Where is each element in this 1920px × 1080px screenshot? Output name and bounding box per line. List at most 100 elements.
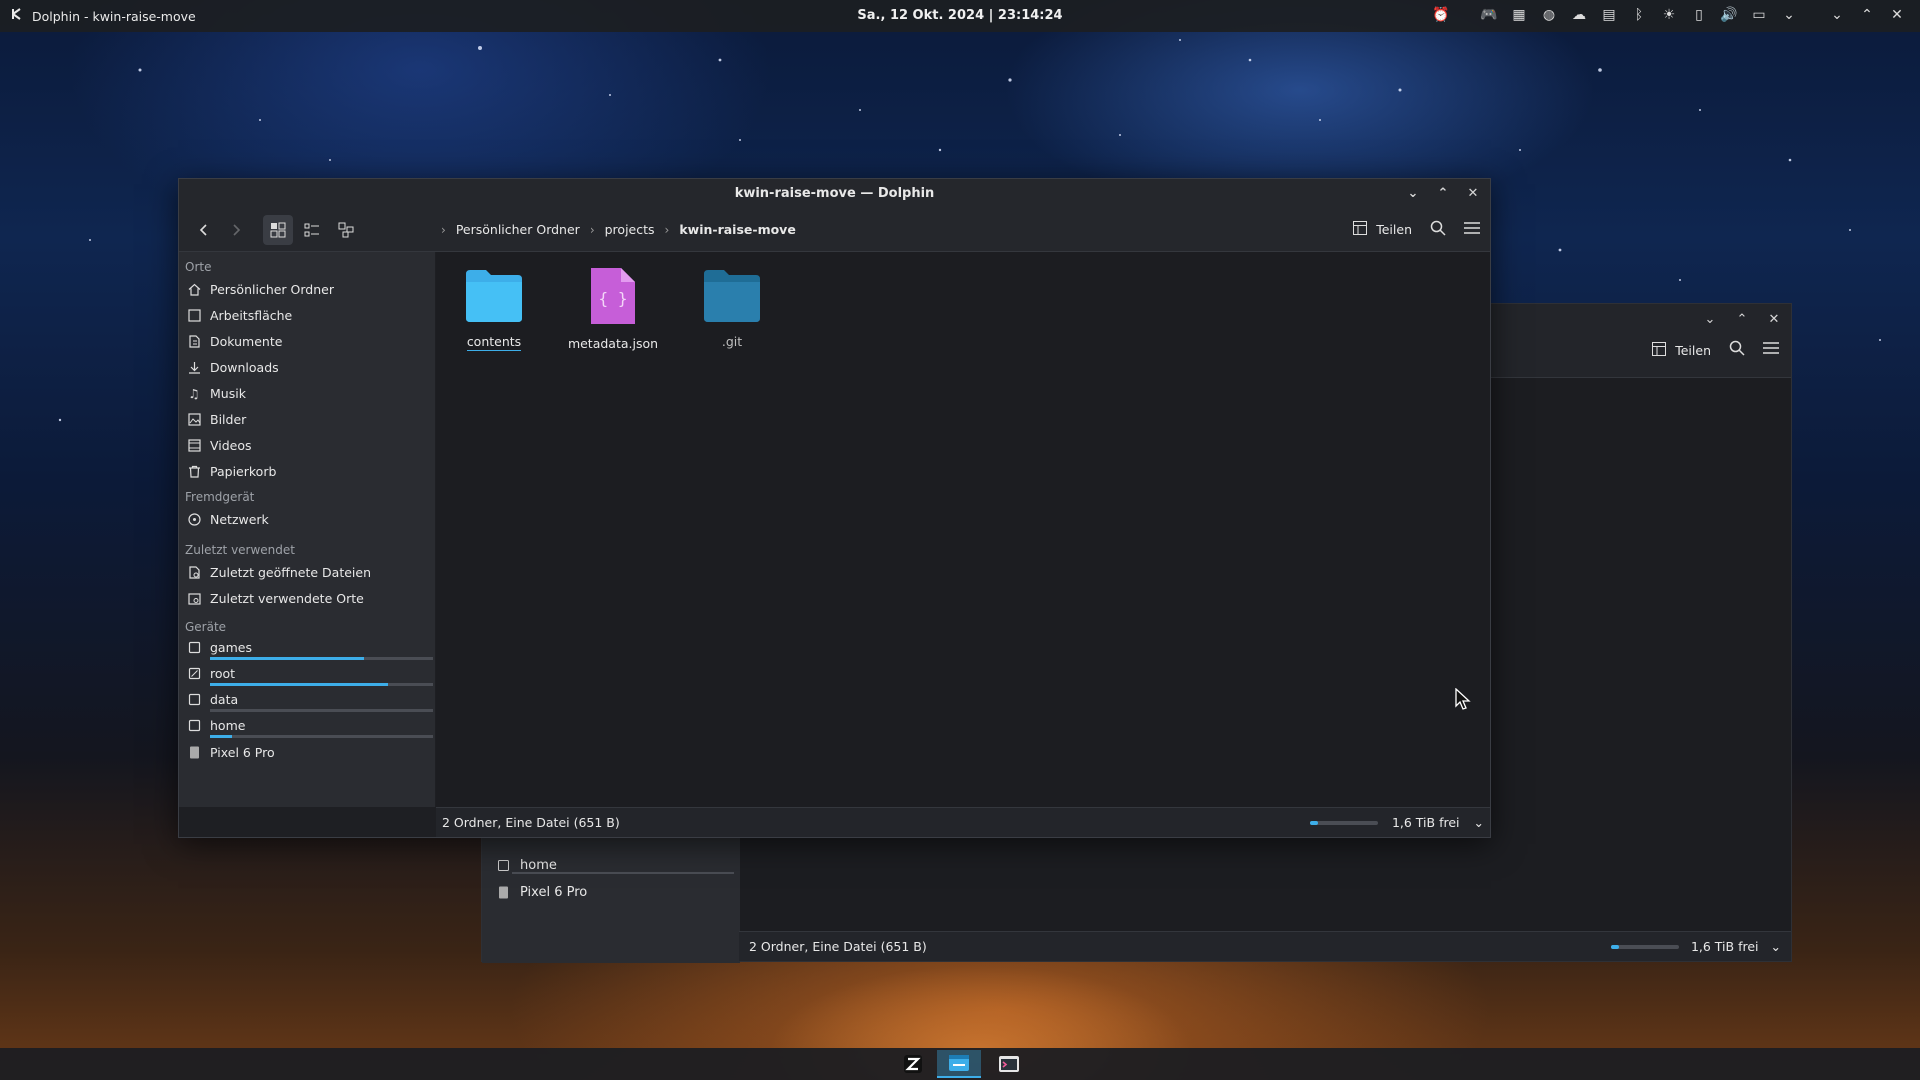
hamburger-menu-icon[interactable] [1763,341,1779,359]
sidebar-item-home[interactable]: home [496,858,557,873]
sidebar-item-pixel-6-pro[interactable]: Pixel 6 Pro [185,741,429,763]
minimize-icon[interactable]: ⌄ [1404,184,1422,202]
trash-icon [187,464,201,478]
recent-documents-icon [187,565,201,579]
drive-icon [187,640,201,654]
close-window-icon[interactable]: ✕ [1886,4,1908,26]
icons-view-button[interactable] [263,215,293,245]
sidebar-item-home-folder[interactable]: Persönlicher Ordner [185,278,429,300]
maximize-icon[interactable]: ⌃ [1733,310,1751,328]
section-devices: Geräte [185,620,227,634]
chevron-right-icon: › [589,222,595,237]
cloud-icon[interactable]: ☁ [1568,4,1590,26]
sidebar-item-network[interactable]: Netzwerk [185,508,429,530]
home-icon [187,282,201,296]
list-view-icon [304,223,319,237]
details-view-button[interactable] [331,215,361,245]
taskbar-dolphin[interactable] [937,1050,981,1078]
share-button[interactable]: Teilen [1651,341,1711,360]
maximize-icon[interactable]: ⌃ [1434,184,1452,202]
battery-icon[interactable]: ▯ [1688,4,1710,26]
sidebar-item-pictures[interactable]: Bilder [185,408,429,430]
breadcrumb: › Persönlicher Ordner › projects › kwin-… [441,207,796,252]
capacity-bar [512,872,734,874]
share-icon [1352,220,1368,239]
sidebar-item-home-drive[interactable]: home [185,714,429,736]
free-space-indicator[interactable]: 1,6 TiB frei ⌄ [1610,939,1781,954]
sidebar-item-label: games [210,639,252,655]
sidebar-item-music[interactable]: ♫ Musik [185,382,429,404]
share-icon [1651,341,1667,360]
bluetooth-icon[interactable]: ᛒ [1628,4,1650,26]
arrow-right-icon [233,224,241,236]
tray-expand-icon[interactable]: ⌄ [1778,4,1800,26]
window-titlebar[interactable]: kwin-raise-move — Dolphin ⌄ ⌃ ✕ [179,179,1490,207]
sidebar-item-data[interactable]: data [185,688,429,710]
file-item-metadata-json[interactable]: { } metadata.json [565,266,661,351]
keyboard-icon[interactable]: ▦ [1508,4,1530,26]
search-icon[interactable] [1729,340,1745,360]
grid-view-icon [270,222,286,238]
sidebar-item-label: Dokumente [210,333,283,349]
sidebar-item-recent-places[interactable]: Zuletzt verwendete Orte [185,587,429,609]
window-title: kwin-raise-move — Dolphin [734,185,935,201]
compact-view-button[interactable] [297,215,327,245]
clipboard-icon[interactable]: ▤ [1598,4,1620,26]
volume-icon[interactable]: 🔊 [1718,4,1740,26]
drive-icon [187,718,201,732]
sidebar-item-label: Netzwerk [210,511,269,527]
active-window-indicator[interactable]: Dolphin - kwin-raise-move [0,7,700,25]
status-text: 2 Ordner, Eine Datei (651 B) [442,815,620,830]
sidebar-item-downloads[interactable]: Downloads [185,356,429,378]
sidebar-item-games[interactable]: games [185,636,429,658]
status-text: 2 Ordner, Eine Datei (651 B) [749,939,927,954]
sidebar-item-pixel[interactable]: Pixel 6 Pro [496,885,587,900]
brightness-icon[interactable]: ☀ [1658,4,1680,26]
forward-button[interactable] [221,215,251,245]
breadcrumb-home[interactable]: Persönlicher Ordner [456,222,580,237]
sidebar-item-trash[interactable]: Papierkorb [185,460,429,482]
breadcrumb-projects[interactable]: projects [605,222,655,237]
close-icon[interactable]: ✕ [1765,310,1783,328]
sidebar-item-videos[interactable]: Videos [185,434,429,456]
file-item-contents[interactable]: contents [446,266,542,351]
search-icon[interactable] [1430,220,1446,240]
sidebar-item-recent-files[interactable]: Zuletzt geöffnete Dateien [185,561,429,583]
places-panel: Orte Persönlicher Ordner Arbeitsfläche D… [179,252,435,807]
sidebar-item-documents[interactable]: Dokumente [185,330,429,352]
section-recent: Zuletzt verwendet [185,543,295,557]
taskbar-konsole[interactable] [987,1050,1031,1078]
minimize-window-icon[interactable]: ⌄ [1826,4,1848,26]
network-icon [187,512,201,526]
discord-icon[interactable]: 🎮 [1478,4,1500,26]
zed-icon [904,1055,922,1073]
background-statusbar: 2 Ordner, Eine Datei (651 B) 1,6 TiB fre… [739,931,1791,961]
root-drive-icon [187,666,201,680]
file-view[interactable]: contents { } metadata.json .git [436,252,1490,807]
clock[interactable]: Sa., 12 Okt. 2024 | 23:14:24 [857,8,1062,23]
alarm-icon[interactable]: ⏰ [1430,4,1452,26]
sidebar-item-root[interactable]: root [185,662,429,684]
sidebar-item-desktop[interactable]: Arbeitsfläche [185,304,429,326]
close-icon[interactable]: ✕ [1464,184,1482,202]
documents-icon [187,334,201,348]
toolbar: › Persönlicher Ordner › projects › kwin-… [179,207,1490,252]
display-icon[interactable]: ▭ [1748,4,1770,26]
statusbar: 2 Ordner, Eine Datei (651 B) 1,6 TiB fre… [436,807,1490,837]
vpn-icon[interactable]: ◍ [1538,4,1560,26]
back-button[interactable] [189,215,219,245]
share-button[interactable]: Teilen [1352,220,1412,239]
free-space-indicator[interactable]: 1,6 TiB frei ⌄ [1309,815,1484,830]
hidden-folder-icon [704,270,760,322]
root-capacity-bar [210,683,433,686]
recent-places-icon [187,591,201,605]
dolphin-icon [949,1055,969,1071]
minimize-icon[interactable]: ⌄ [1701,310,1719,328]
breadcrumb-current[interactable]: kwin-raise-move [679,222,795,237]
maximize-window-icon[interactable]: ⌃ [1856,4,1878,26]
hamburger-menu-icon[interactable] [1464,221,1480,239]
taskbar-zed-editor[interactable] [891,1050,935,1078]
games-capacity-bar [210,657,433,660]
file-item-git[interactable]: .git [684,266,780,349]
phone-icon [496,886,510,900]
